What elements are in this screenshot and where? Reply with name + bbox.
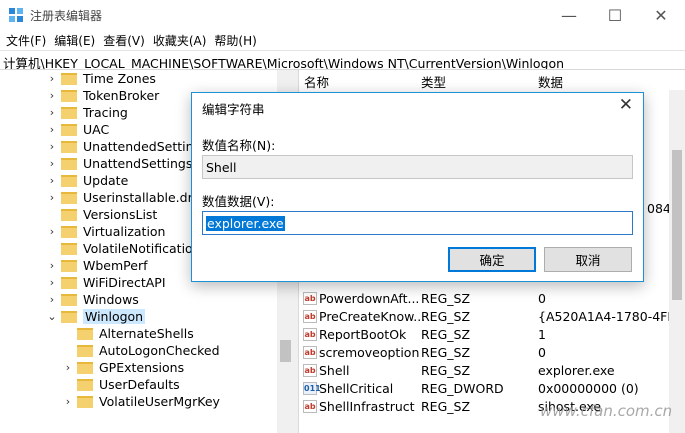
- expand-chevron-icon[interactable]: ›: [46, 89, 58, 102]
- tree-item[interactable]: › WbemPerf: [46, 257, 148, 274]
- folder-icon: [77, 395, 93, 408]
- window-title: 注册表编辑器: [30, 9, 103, 23]
- collapse-chevron-icon[interactable]: ⌄: [46, 310, 58, 323]
- folder-icon: [61, 225, 77, 238]
- expand-chevron-icon[interactable]: ›: [46, 276, 58, 289]
- string-value-icon: ab: [303, 400, 317, 413]
- tree-item[interactable]: › Time Zones: [46, 70, 156, 87]
- maximize-button[interactable]: ☐: [592, 0, 638, 30]
- folder-icon: [61, 174, 77, 187]
- folder-icon: [61, 191, 77, 204]
- menu-favorites[interactable]: 收藏夹(A): [150, 32, 210, 49]
- folder-icon: [61, 106, 77, 119]
- value-row[interactable]: ab Shell REG_SZ explorer.exe: [299, 362, 685, 380]
- title-bar: 注册表编辑器 — ☐ ✕: [0, 0, 685, 30]
- menu-file[interactable]: 文件(F): [3, 32, 49, 49]
- address-bar[interactable]: 计算机\HKEY_LOCAL_MACHINE\SOFTWARE\Microsof…: [0, 50, 685, 70]
- watermark: www.cfan.com.cn: [540, 402, 673, 420]
- folder-icon: [61, 208, 77, 221]
- expand-chevron-icon[interactable]: ›: [46, 72, 58, 85]
- value-row[interactable]: ab ReportBootOk REG_SZ 1: [299, 326, 685, 344]
- ok-button[interactable]: 确定: [448, 247, 536, 272]
- values-scrollbar[interactable]: [669, 90, 685, 433]
- expand-chevron-icon[interactable]: ›: [62, 361, 74, 374]
- expand-chevron-icon[interactable]: ›: [46, 293, 58, 306]
- value-row[interactable]: ab PowerdownAft... REG_SZ 0: [299, 290, 685, 308]
- menu-bar: 文件(F) 编辑(E) 查看(V) 收藏夹(A) 帮助(H): [0, 30, 685, 50]
- expand-chevron-icon[interactable]: ›: [46, 123, 58, 136]
- tree-scrollbar-thumb[interactable]: [280, 340, 291, 362]
- value-row[interactable]: ab scremoveoption REG_SZ 0: [299, 344, 685, 362]
- values-scrollbar-thumb[interactable]: [672, 150, 682, 300]
- string-value-icon: ab: [303, 292, 317, 305]
- column-header-type[interactable]: 类型: [421, 72, 446, 91]
- column-header-data[interactable]: 数据: [538, 72, 563, 91]
- folder-icon: [61, 123, 77, 136]
- value-row[interactable]: 011 ShellCritical REG_DWORD 0x00000000 (0): [299, 380, 685, 398]
- folder-icon: [61, 242, 77, 255]
- folder-icon: [61, 293, 77, 306]
- expand-chevron-icon[interactable]: ›: [46, 157, 58, 170]
- value-row[interactable]: ab PreCreateKnow... REG_SZ {A520A1A4-1780-4…: [299, 308, 685, 326]
- registry-editor-icon: [9, 8, 23, 22]
- value-data-input[interactable]: explorer.exe: [202, 211, 633, 235]
- string-value-icon: ab: [303, 328, 317, 341]
- folder-icon: [61, 89, 77, 102]
- value-name-field: Shell: [202, 155, 633, 179]
- folder-icon: [77, 378, 93, 391]
- tree-item[interactable]: › UAC: [46, 121, 109, 138]
- folder-icon: [61, 276, 77, 289]
- menu-help[interactable]: 帮助(H): [211, 32, 259, 49]
- tree-item[interactable]: › VolatileUserMgrKey: [62, 393, 220, 410]
- folder-icon: [61, 140, 77, 153]
- folder-icon: [61, 72, 77, 85]
- tree-item[interactable]: › Windows: [46, 291, 139, 308]
- expand-chevron-icon[interactable]: ›: [46, 140, 58, 153]
- folder-icon: [77, 361, 93, 374]
- expand-chevron-icon[interactable]: ›: [46, 106, 58, 119]
- value-data-label: 数值数据(V):: [202, 194, 275, 209]
- menu-edit[interactable]: 编辑(E): [51, 32, 98, 49]
- open-folder-icon: [61, 310, 77, 323]
- tree-item[interactable]: AutoLogonChecked: [62, 342, 220, 359]
- selected-text: explorer.exe: [206, 216, 285, 231]
- tree-item[interactable]: › UnattendSettings: [46, 155, 193, 172]
- expand-chevron-icon[interactable]: ›: [46, 259, 58, 272]
- expand-chevron-icon[interactable]: ›: [46, 191, 58, 204]
- string-value-icon: ab: [303, 310, 317, 323]
- string-value-icon: ab: [303, 346, 317, 359]
- expand-chevron-icon[interactable]: ›: [62, 395, 74, 408]
- value-name-label: 数值名称(N):: [202, 138, 276, 153]
- folder-icon: [61, 157, 77, 170]
- expand-chevron-icon[interactable]: ›: [46, 174, 58, 187]
- tree-item[interactable]: › Userinstallable.drive: [46, 189, 211, 206]
- tree-item[interactable]: UserDefaults: [62, 376, 180, 393]
- dialog-title: 编辑字符串: [202, 102, 265, 117]
- expand-chevron-icon[interactable]: ›: [46, 225, 58, 238]
- string-value-icon: ab: [303, 364, 317, 377]
- edit-string-dialog: 编辑字符串 ✕ 数值名称(N): Shell 数值数据(V): explorer…: [191, 92, 644, 282]
- cancel-button[interactable]: 取消: [544, 247, 632, 272]
- tree-item[interactable]: › UnattendedSettings: [46, 138, 208, 155]
- minimize-button[interactable]: —: [546, 0, 592, 30]
- folder-icon: [77, 327, 93, 340]
- list-header: 名称 类型 数据: [299, 70, 685, 90]
- tree-item[interactable]: VersionsList: [46, 206, 157, 223]
- binary-value-icon: 011: [303, 382, 321, 395]
- folder-icon: [77, 344, 93, 357]
- tree-item-selected[interactable]: ⌄ Winlogon: [46, 308, 146, 325]
- tree-item[interactable]: › Virtualization: [46, 223, 166, 240]
- folder-icon: [61, 259, 77, 272]
- column-header-name[interactable]: 名称: [304, 72, 329, 91]
- dialog-close-icon[interactable]: ✕: [619, 95, 633, 115]
- menu-view[interactable]: 查看(V): [100, 32, 148, 49]
- tree-item[interactable]: VolatileNotifications: [46, 240, 207, 257]
- tree-item[interactable]: › Tracing: [46, 104, 128, 121]
- tree-item[interactable]: › Update: [46, 172, 128, 189]
- tree-item[interactable]: › WiFiDirectAPI: [46, 274, 166, 291]
- tree-item[interactable]: AlternateShells: [62, 325, 194, 342]
- tree-item[interactable]: › GPExtensions: [62, 359, 184, 376]
- tree-item[interactable]: › TokenBroker: [46, 87, 159, 104]
- close-window-button[interactable]: ✕: [638, 0, 684, 30]
